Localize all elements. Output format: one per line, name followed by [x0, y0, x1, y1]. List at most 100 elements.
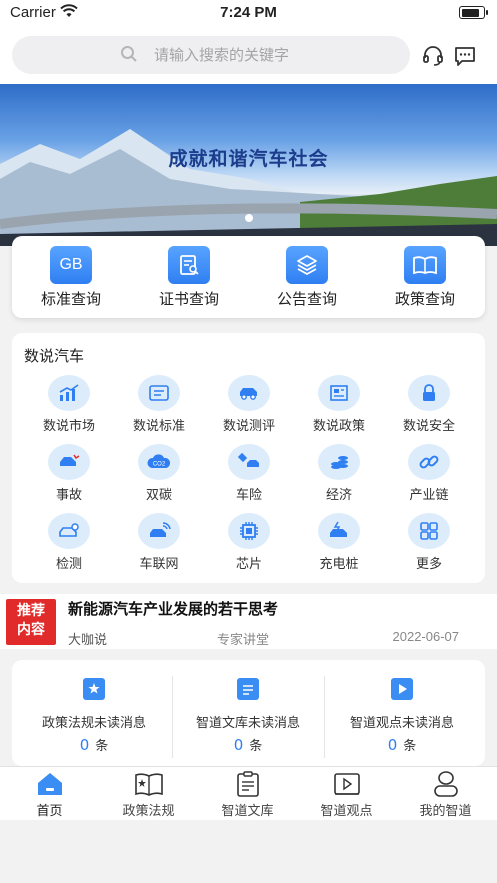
policy-tab-icon [134, 770, 164, 798]
grid-item-label: 检测 [55, 557, 82, 572]
economy-coins-icon [318, 444, 360, 480]
data-section-card: 数说汽车 数说市场 数说标准 数说测评 数说政策 数说安全 事故 CO2 双碳 … [12, 333, 485, 583]
gb-standard-icon: GB [50, 246, 92, 284]
banner-pagination[interactable] [0, 207, 497, 226]
grid-item-label: 数说政策 [312, 419, 365, 434]
tab-policy[interactable]: 政策法规 [99, 770, 198, 819]
tab-home[interactable]: 首页 [0, 770, 99, 819]
tab-profile[interactable]: 我的智道 [396, 770, 495, 819]
recommended-article[interactable]: 推荐 内容 新能源汽车产业发展的若干思考 大咖说 专家讲堂 2022-06-07 [0, 594, 497, 649]
charging-car-icon [318, 513, 360, 549]
quick-actions-card: GB 标准查询 证书查询 公告查询 政策查询 [12, 236, 485, 318]
chain-link-icon [408, 444, 450, 480]
grid-item-chip[interactable]: 芯片 [204, 513, 294, 572]
unread-label: 智道文库未读消息 [195, 716, 300, 731]
unread-viewpoint[interactable]: 智道观点未读消息 0条 [326, 678, 478, 754]
grid-item-policy[interactable]: 数说政策 [294, 375, 384, 434]
grid-item-carbon[interactable]: CO2 双碳 [114, 444, 204, 503]
tab-label: 首页 [36, 804, 63, 819]
tab-library[interactable]: 智道文库 [198, 770, 297, 819]
security-lock-icon [408, 375, 450, 411]
grid-item-label: 数说标准 [132, 419, 185, 434]
grid-item-economy[interactable]: 经济 [294, 444, 384, 503]
battery-icon [459, 6, 488, 19]
status-time: 7:24 PM [220, 4, 277, 21]
quick-action-certificate[interactable]: 证书查询 [130, 246, 248, 309]
grid-item-label: 数说市场 [42, 419, 95, 434]
unread-unit: 条 [249, 739, 263, 754]
policy-star-icon [83, 678, 105, 700]
banner-dot[interactable] [244, 214, 253, 222]
search-header [0, 26, 497, 84]
car-insurance-icon [228, 444, 270, 480]
quick-action-standard[interactable]: GB 标准查询 [12, 246, 130, 309]
viewpoint-tab-icon [332, 770, 362, 798]
article-date: 2022-06-07 [392, 629, 460, 644]
policy-book-icon [404, 246, 446, 284]
grid-item-insurance[interactable]: 车险 [204, 444, 294, 503]
svg-text:CO2: CO2 [153, 462, 166, 468]
grid-item-label: 双碳 [145, 488, 172, 503]
unread-number: 0 [79, 736, 90, 754]
search-bar[interactable] [12, 36, 410, 74]
home-icon [35, 770, 65, 798]
promo-banner[interactable]: 成就和谐汽车社会 [0, 84, 497, 246]
unread-count: 0条 [172, 735, 324, 754]
grid-item-label: 芯片 [235, 557, 262, 572]
accident-car-icon [48, 444, 90, 480]
article-author: 大咖说 [68, 633, 108, 648]
quick-action-policy[interactable]: 政策查询 [366, 246, 484, 309]
grid-item-standard[interactable]: 数说标准 [114, 375, 204, 434]
car-inspection-icon [48, 513, 90, 549]
more-grid-icon [408, 513, 450, 549]
grid-item-market[interactable]: 数说市场 [24, 375, 114, 434]
tab-label: 智道观点 [320, 804, 373, 819]
standard-doc-icon [138, 375, 180, 411]
certificate-search-icon [168, 246, 210, 284]
unread-count: 0条 [18, 735, 170, 754]
unread-policy[interactable]: 政策法规未读消息 0条 [18, 678, 170, 754]
unread-messages-card: 政策法规未读消息 0条 智道文库未读消息 0条 智道观点未读消息 0条 [12, 660, 485, 766]
grid-item-evaluation[interactable]: 数说测评 [204, 375, 294, 434]
customer-service-icon[interactable] [421, 44, 445, 68]
co2-cloud-icon: CO2 [138, 444, 180, 480]
quick-action-label: 公告查询 [276, 290, 337, 308]
chip-icon [228, 513, 270, 549]
grid-item-connected-car[interactable]: 车联网 [114, 513, 204, 572]
grid-item-charging[interactable]: 充电桩 [294, 513, 384, 572]
tab-label: 政策法规 [122, 804, 175, 819]
quick-action-label: 证书查询 [158, 290, 219, 308]
grid-item-industry-chain[interactable]: 产业链 [384, 444, 474, 503]
grid-item-accident[interactable]: 事故 [24, 444, 114, 503]
grid-item-label: 车联网 [139, 557, 179, 572]
grid-item-label: 经济 [325, 488, 352, 503]
market-chart-icon [48, 375, 90, 411]
grid-item-label: 充电桩 [319, 557, 359, 572]
search-input[interactable] [154, 41, 394, 69]
message-icon[interactable] [453, 44, 477, 68]
unread-label: 政策法规未读消息 [41, 716, 146, 731]
library-tab-icon [233, 770, 263, 798]
unread-number: 0 [233, 736, 244, 754]
grid-item-inspection[interactable]: 检测 [24, 513, 114, 572]
policy-news-icon [318, 375, 360, 411]
unread-number: 0 [387, 736, 398, 754]
grid-item-security[interactable]: 数说安全 [384, 375, 474, 434]
unread-count: 0条 [326, 735, 478, 754]
unread-label: 智道观点未读消息 [349, 716, 454, 731]
search-icon [121, 46, 137, 62]
car-test-icon [228, 375, 270, 411]
quick-action-announcement[interactable]: 公告查询 [248, 246, 366, 309]
divider [324, 676, 325, 758]
tab-label: 智道文库 [221, 804, 274, 819]
grid-item-more[interactable]: 更多 [384, 513, 474, 572]
grid-item-label: 更多 [415, 557, 442, 572]
tab-viewpoint[interactable]: 智道观点 [297, 770, 396, 819]
grid-item-label: 数说测评 [222, 419, 275, 434]
article-title[interactable]: 新能源汽车产业发展的若干思考 [68, 598, 278, 619]
section-heading: 数说汽车 [24, 347, 85, 365]
badge-line: 推荐 [17, 603, 45, 619]
video-play-icon [391, 678, 413, 700]
recommended-badge: 推荐 内容 [6, 599, 56, 645]
unread-library[interactable]: 智道文库未读消息 0条 [172, 678, 324, 754]
